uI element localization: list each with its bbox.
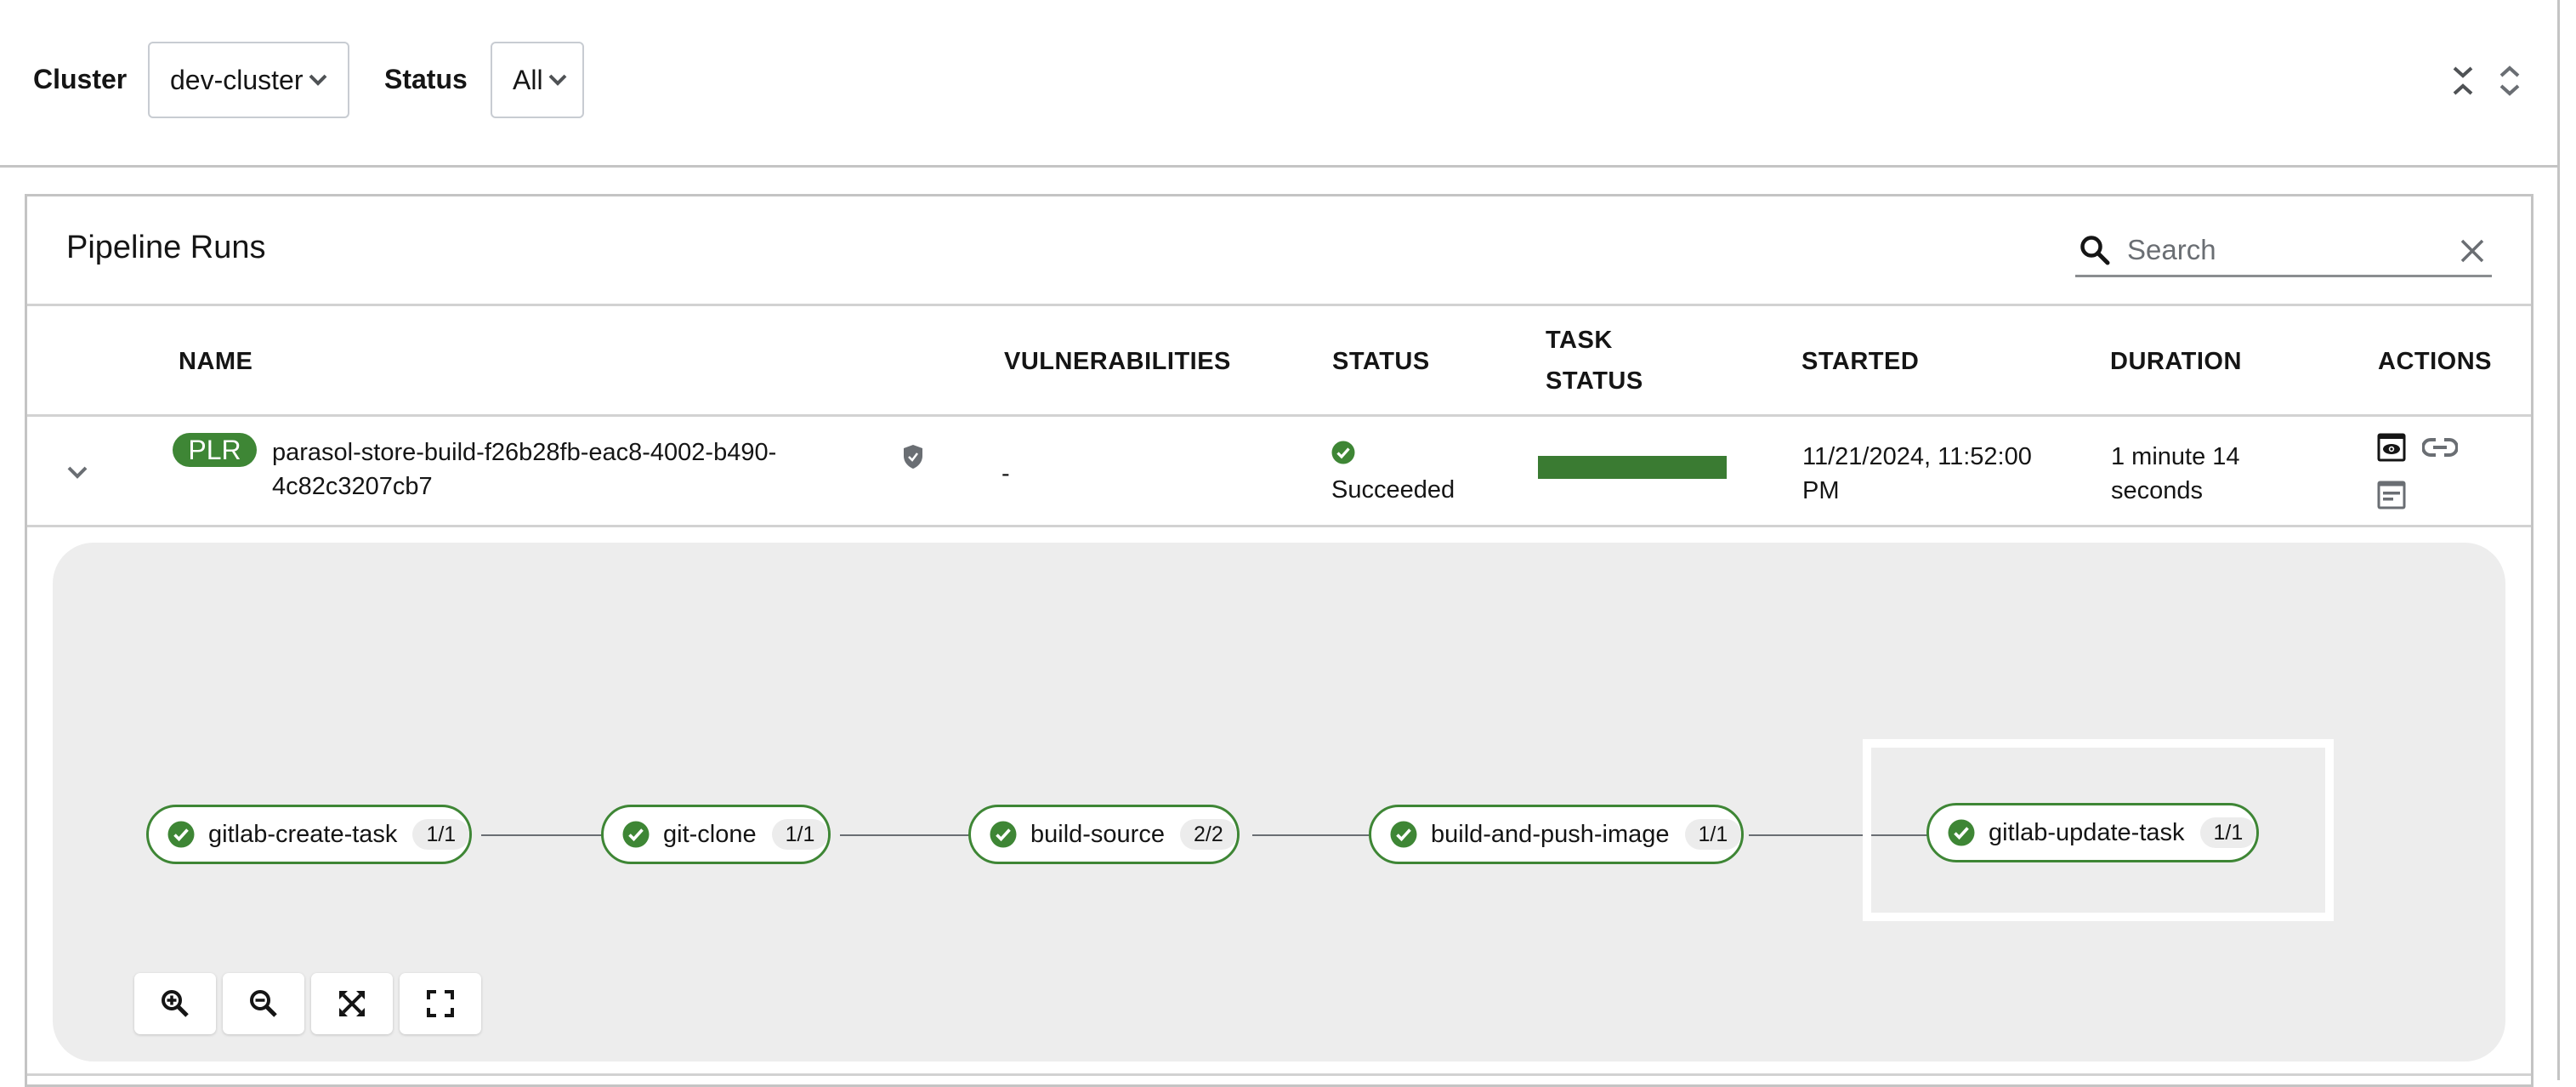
task-node-label: gitlab-create-task bbox=[208, 820, 398, 848]
check-circle-icon bbox=[1948, 819, 1975, 846]
task-node-count: 1/1 bbox=[771, 819, 829, 850]
page-divider bbox=[2557, 168, 2560, 1080]
fullscreen-icon bbox=[427, 990, 454, 1017]
check-circle-icon bbox=[167, 821, 195, 848]
status-filter-label: Status bbox=[384, 64, 468, 94]
graph-edge bbox=[840, 834, 969, 836]
cluster-dropdown[interactable]: dev-cluster bbox=[148, 42, 349, 118]
check-circle-icon bbox=[622, 821, 650, 848]
search-input[interactable] bbox=[2125, 228, 2435, 272]
view-output-icon[interactable] bbox=[2376, 432, 2407, 463]
task-node-count: 2/2 bbox=[1179, 819, 1237, 850]
zoom-in-icon bbox=[162, 990, 189, 1017]
started-line1: 11/21/2024, 11:52:00 bbox=[1802, 443, 2032, 470]
task-node-build-and-push-image[interactable]: build-and-push-image 1/1 bbox=[1369, 805, 1745, 864]
cluster-label: Cluster bbox=[33, 64, 128, 94]
zoom-out-icon bbox=[250, 990, 277, 1017]
shield-check-icon bbox=[904, 445, 922, 469]
card-title: Pipeline Runs bbox=[66, 230, 266, 265]
pipeline-run-name-line1: parasol-store-build-f26b28fb-eac8-4002-b… bbox=[272, 439, 777, 466]
chevron-down-icon bbox=[548, 74, 566, 86]
check-circle-icon bbox=[1331, 441, 1355, 464]
task-node-label: git-clone bbox=[663, 820, 757, 848]
column-header-task-status-line2: STATUS bbox=[1546, 367, 1643, 395]
close-icon[interactable] bbox=[2460, 238, 2485, 264]
column-header-started[interactable]: STARTED bbox=[1801, 341, 1919, 382]
vulnerabilities-value: - bbox=[1001, 460, 1010, 487]
task-status-bar bbox=[1538, 456, 1727, 479]
cluster-dropdown-value: dev-cluster bbox=[170, 64, 304, 95]
reset-view-button[interactable] bbox=[400, 973, 481, 1034]
search-underline bbox=[2075, 275, 2492, 277]
check-circle-icon bbox=[1390, 821, 1417, 848]
task-node-label: build-source bbox=[1030, 820, 1165, 848]
status-text: Succeeded bbox=[1331, 476, 1455, 504]
zoom-in-button[interactable] bbox=[134, 973, 216, 1034]
fit-to-screen-button[interactable] bbox=[311, 973, 393, 1034]
started-line2: PM bbox=[1802, 477, 1840, 504]
pipeline-run-name[interactable]: parasol-store-build-f26b28fb-eac8-4002-b… bbox=[272, 435, 776, 504]
column-header-actions: ACTIONS bbox=[2378, 348, 2492, 375]
chevron-down-icon bbox=[309, 74, 326, 86]
column-header-name[interactable]: NAME bbox=[179, 341, 252, 382]
task-node-label: build-and-push-image bbox=[1431, 820, 1670, 848]
check-circle-icon bbox=[990, 821, 1017, 848]
task-node-count: 1/1 bbox=[2199, 817, 2257, 848]
task-node-git-clone[interactable]: git-clone 1/1 bbox=[601, 805, 831, 864]
graph-edge bbox=[481, 834, 602, 836]
task-node-build-source[interactable]: build-source 2/2 bbox=[968, 805, 1240, 864]
column-header-task-status-line1: TASK bbox=[1546, 327, 1613, 354]
status-dropdown-value: All bbox=[513, 64, 543, 95]
duration-line1: 1 minute 14 bbox=[2111, 443, 2240, 470]
task-node-count: 1/1 bbox=[412, 819, 470, 850]
duration-value: 1 minute 14 seconds bbox=[2111, 440, 2240, 508]
divider bbox=[27, 1073, 2531, 1076]
column-header-task-status[interactable]: TASK STATUS bbox=[1546, 320, 1643, 401]
chevron-down-icon[interactable] bbox=[66, 465, 88, 481]
view-logs-icon[interactable] bbox=[2376, 480, 2407, 510]
task-node-count: 1/1 bbox=[1684, 819, 1742, 850]
link-icon[interactable] bbox=[2422, 437, 2458, 458]
expand-arrows-icon bbox=[339, 991, 365, 1016]
status-dropdown[interactable]: All bbox=[491, 42, 584, 118]
expand-all-icon[interactable] bbox=[2497, 64, 2522, 98]
divider bbox=[27, 525, 2531, 527]
collapse-all-icon[interactable] bbox=[2450, 64, 2476, 98]
column-header-vulnerabilities[interactable]: VULNERABILITIES bbox=[1004, 341, 1231, 382]
task-node-gitlab-update-task[interactable]: gitlab-update-task 1/1 bbox=[1926, 803, 2260, 862]
pipeline-run-badge: PLR bbox=[173, 433, 257, 467]
pipeline-run-name-line2: 4c82c3207cb7 bbox=[272, 473, 433, 500]
search-icon bbox=[2080, 236, 2110, 265]
graph-edge bbox=[1252, 834, 1370, 836]
started-value: 11/21/2024, 11:52:00 PM bbox=[1802, 440, 2032, 508]
column-header-duration[interactable]: DURATION bbox=[2110, 341, 2242, 382]
divider bbox=[27, 304, 2531, 306]
task-node-gitlab-create-task[interactable]: gitlab-create-task 1/1 bbox=[146, 805, 473, 864]
zoom-out-button[interactable] bbox=[223, 973, 304, 1034]
duration-line2: seconds bbox=[2111, 477, 2204, 504]
column-header-status[interactable]: STATUS bbox=[1332, 341, 1430, 382]
task-node-label: gitlab-update-task bbox=[1989, 818, 2185, 846]
